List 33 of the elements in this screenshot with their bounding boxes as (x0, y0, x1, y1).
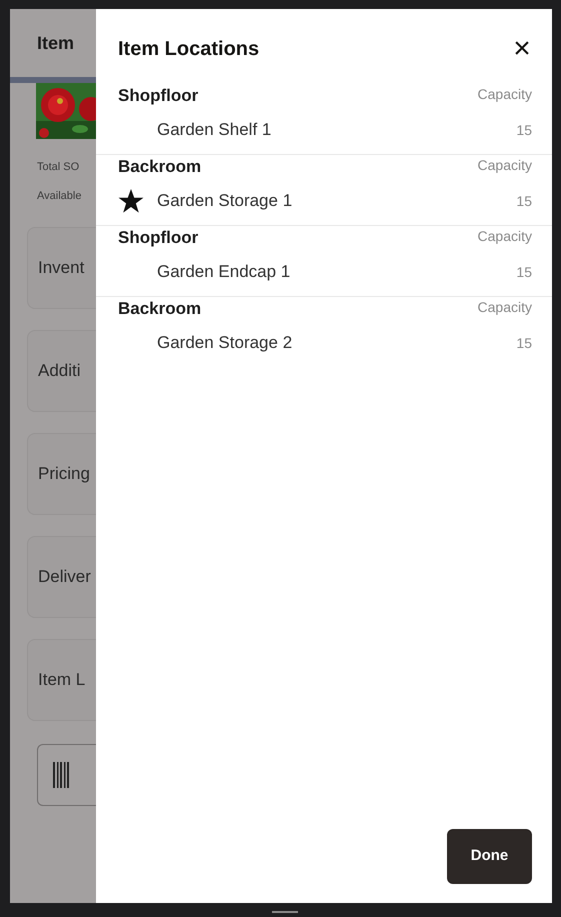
home-indicator (272, 911, 298, 913)
location-name: Garden Storage 2 (157, 332, 292, 354)
section-card[interactable]: Item L (27, 639, 96, 721)
capacity-value: 15 (516, 120, 532, 140)
capacity-value: 15 (516, 192, 532, 210)
capacity-value: 15 (516, 262, 532, 282)
section-card[interactable]: Pricing (27, 433, 96, 515)
capacity-label: Capacity (478, 298, 532, 317)
capacity-label: Capacity (478, 227, 532, 246)
location-row[interactable]: Shopfloor Capacity Garden Endcap 1 15 (96, 226, 552, 297)
location-row[interactable]: Backroom Capacity Garden Storage 2 15 (96, 297, 552, 368)
area-name: Shopfloor (118, 227, 198, 249)
capacity-label: Capacity (478, 156, 532, 175)
location-row[interactable]: Shopfloor Capacity Garden Shelf 1 15 (96, 84, 552, 155)
section-card[interactable]: Invent (27, 227, 96, 309)
info-label: Available (37, 189, 82, 204)
info-label: Total SO (37, 160, 80, 175)
location-name: Garden Shelf 1 (157, 119, 272, 142)
barcode-icon (53, 762, 69, 788)
location-row[interactable]: Backroom Capacity Garden Storage 1 15 (96, 155, 552, 226)
location-name: Garden Endcap 1 (157, 261, 290, 284)
section-card[interactable]: Additi (27, 330, 96, 412)
area-name: Backroom (118, 156, 202, 178)
page-title: Item (37, 32, 74, 54)
capacity-label: Capacity (478, 85, 532, 104)
area-name: Shopfloor (118, 85, 198, 107)
location-name: Garden Storage 1 (157, 190, 292, 212)
dialog-title: Item Locations (118, 37, 260, 62)
area-name: Backroom (118, 298, 202, 320)
close-button[interactable]: × (508, 35, 536, 63)
done-button[interactable]: Done (447, 829, 532, 884)
capacity-value: 15 (516, 334, 532, 352)
section-card[interactable]: Deliver (27, 536, 96, 618)
